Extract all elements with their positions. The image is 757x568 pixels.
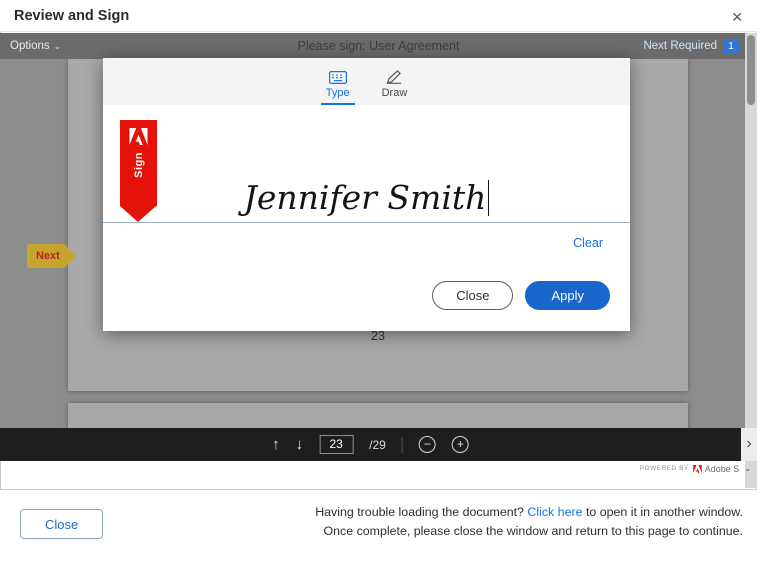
pager-controls: ↑ ↓ 23 /29 − + — [272, 428, 469, 461]
close-icon[interactable]: ✕ — [727, 7, 747, 28]
signature-dialog: Type Draw Sign Jennifer Smith Clear — [103, 58, 630, 331]
page-total-label: /29 — [369, 438, 386, 452]
keyboard-icon — [329, 71, 347, 84]
close-button[interactable]: Close — [432, 281, 513, 310]
adobe-logo-icon — [693, 465, 702, 473]
next-required-badge: 1 — [723, 39, 739, 54]
clear-link[interactable]: Clear — [573, 236, 603, 250]
footer-line-2: Once complete, please close the window a… — [315, 522, 743, 541]
tab-draw-label: Draw — [382, 87, 408, 99]
vertical-scrollbar[interactable] — [745, 33, 757, 488]
adobe-logo-icon — [129, 128, 148, 145]
signature-body: Sign Jennifer Smith Clear Close Apply — [103, 105, 630, 331]
pager-divider — [402, 437, 403, 453]
signature-value: Jennifer Smith — [244, 178, 487, 217]
text-cursor — [488, 180, 489, 216]
review-and-sign-window: Review and Sign ✕ Options⌄ Please sign: … — [0, 0, 757, 568]
dialog-actions: Close Apply — [432, 281, 610, 310]
page-footer: Close Having trouble loading the documen… — [0, 489, 757, 568]
signature-baseline — [103, 222, 630, 223]
chevron-right-icon[interactable]: › — [741, 428, 757, 461]
footer-help-text: Having trouble loading the document? Cli… — [315, 503, 743, 541]
document-page — [68, 403, 688, 428]
next-required-control[interactable]: Next Required 1 — [643, 33, 739, 59]
powered-by-label: POWERED BY — [640, 465, 689, 472]
zoom-in-icon[interactable]: + — [452, 436, 469, 453]
tab-type[interactable]: Type — [321, 58, 355, 105]
signature-tabs: Type Draw — [103, 58, 630, 105]
apply-button[interactable]: Apply — [525, 281, 610, 310]
tab-type-label: Type — [326, 87, 350, 99]
window-header: Review and Sign ✕ — [0, 0, 757, 32]
click-here-link[interactable]: Click here — [527, 505, 582, 519]
scrollbar-thumb[interactable] — [747, 35, 755, 105]
powered-by-branding: POWERED BY Adobe S ⌄ — [640, 461, 751, 476]
page-up-icon[interactable]: ↑ — [272, 436, 280, 453]
pdf-pager-bar: ↑ ↓ 23 /29 − + — [0, 428, 741, 461]
footer-line1-post: to open it in another window. — [586, 505, 743, 519]
pen-icon — [386, 70, 402, 84]
window-title: Review and Sign — [14, 0, 129, 32]
page-number-input[interactable]: 23 — [319, 435, 353, 454]
next-required-label: Next Required — [643, 40, 717, 52]
footer-close-button[interactable]: Close — [20, 509, 103, 539]
brand-name: Adobe S — [705, 464, 740, 474]
signature-input[interactable]: Jennifer Smith — [103, 175, 630, 221]
footer-line1-pre: Having trouble loading the document? — [315, 505, 524, 519]
page-number-label: 23 — [68, 329, 688, 343]
page-down-icon[interactable]: ↓ — [296, 436, 304, 453]
sign-ribbon-label: Sign — [133, 152, 145, 178]
next-field-arrow[interactable]: Next — [27, 244, 64, 268]
footer-line-1: Having trouble loading the document? Cli… — [315, 503, 743, 522]
zoom-out-icon[interactable]: − — [419, 436, 436, 453]
tab-draw[interactable]: Draw — [377, 58, 413, 105]
document-toolbar: Options⌄ Please sign: User Agreement Nex… — [0, 33, 757, 59]
chevron-down-icon[interactable]: ⌄ — [744, 464, 751, 473]
